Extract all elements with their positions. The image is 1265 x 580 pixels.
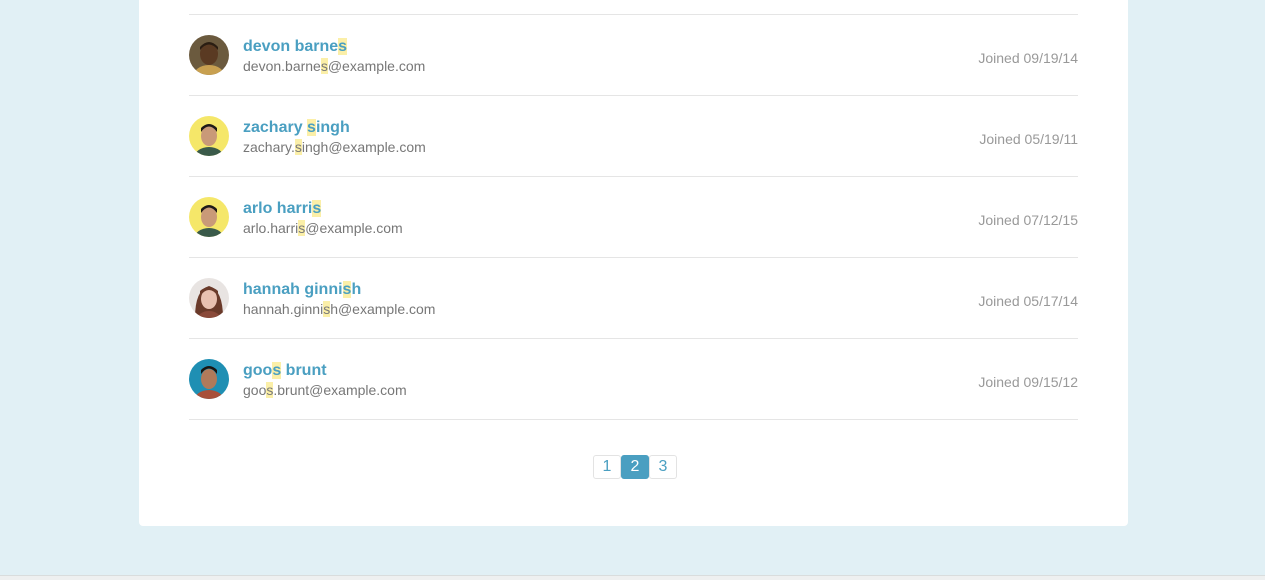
user-email: hannah.ginnish@example.com	[243, 301, 436, 317]
user-row[interactable]: zachary singh zachary.singh@example.com …	[189, 96, 1078, 177]
user-name[interactable]: arlo harris	[243, 200, 322, 218]
user-row[interactable]: hannah ginnish hannah.ginnish@example.co…	[189, 258, 1078, 339]
user-name[interactable]: devon barnes	[243, 38, 348, 56]
user-name[interactable]: zachary singh	[243, 119, 350, 137]
search-highlight: s	[312, 200, 322, 217]
joined-date: Joined 09/15/12	[978, 374, 1078, 390]
search-highlight: s	[294, 139, 302, 155]
search-highlight: s	[320, 58, 328, 74]
user-email: zachary.singh@example.com	[243, 139, 426, 155]
search-highlight: s	[338, 38, 348, 55]
pagination: 1 2 3	[593, 455, 677, 479]
user-row[interactable]: devon barnes devon.barnes@example.com Jo…	[189, 15, 1078, 96]
user-row[interactable]: arlo harris arlo.harris@example.com Join…	[189, 177, 1078, 258]
footer-divider	[0, 575, 1265, 580]
avatar[interactable]	[189, 35, 229, 75]
user-name[interactable]: goos brunt	[243, 362, 327, 380]
page-button-1[interactable]: 1	[593, 455, 621, 479]
avatar[interactable]	[189, 278, 229, 318]
page-button-3[interactable]: 3	[649, 455, 677, 479]
joined-date: Joined 05/19/11	[979, 131, 1078, 147]
user-list-card: devon barnes devon.barnes@example.com Jo…	[139, 0, 1128, 526]
user-list: devon barnes devon.barnes@example.com Jo…	[189, 14, 1078, 420]
search-highlight: s	[307, 119, 316, 136]
joined-date: Joined 05/17/14	[978, 293, 1078, 309]
avatar[interactable]	[189, 116, 229, 156]
page-button-2[interactable]: 2	[621, 455, 649, 479]
user-name[interactable]: hannah ginnish	[243, 281, 361, 299]
user-email: arlo.harris@example.com	[243, 220, 403, 236]
joined-date: Joined 07/12/15	[978, 212, 1078, 228]
search-highlight: s	[272, 362, 282, 379]
avatar[interactable]	[189, 197, 229, 237]
joined-date: Joined 09/19/14	[978, 50, 1078, 66]
user-email: devon.barnes@example.com	[243, 58, 426, 74]
avatar[interactable]	[189, 359, 229, 399]
user-row[interactable]: goos brunt goos.brunt@example.com Joined…	[189, 339, 1078, 420]
user-email: goos.brunt@example.com	[243, 382, 407, 398]
